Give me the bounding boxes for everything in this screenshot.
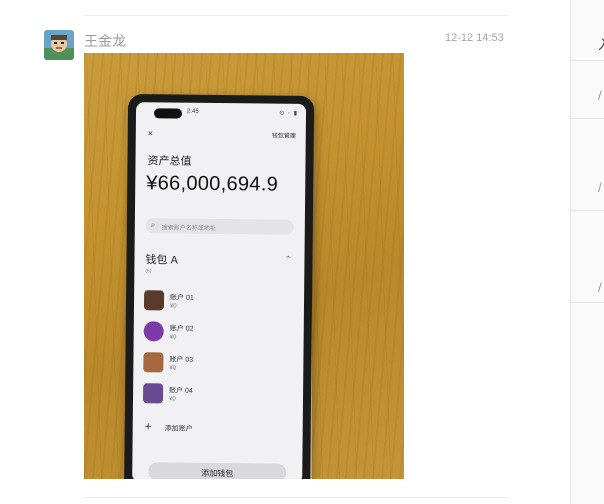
assets-value: ¥66,000,694.9 [146, 172, 279, 196]
account-search-bar: ⌕ 搜索账户名称或地址 [145, 218, 294, 235]
account-name: 账户 03 [169, 356, 194, 364]
account-balance: ¥0 [169, 365, 177, 372]
close-icon: × [147, 128, 154, 139]
phone-screen: 2:45 ⊙ ◦ ▮ × 钱包管理 资产总值 ¥66,000,694.9 ⌕ 搜… [132, 102, 307, 479]
assets-label: 资产总值 [147, 155, 192, 168]
account-row: 账户 03 ¥0 [143, 352, 293, 380]
right-panel-item-3[interactable]: / [598, 180, 602, 195]
wallet-management-link: 钱包管理 [271, 133, 296, 140]
status-time: 2:45 [186, 108, 199, 115]
right-panel-item-4[interactable]: / [598, 280, 602, 295]
top-divider [84, 15, 508, 16]
wallet-name: 钱包 A [145, 254, 178, 267]
add-account-label: 添加账户 [164, 425, 193, 433]
account-avatar [143, 352, 164, 373]
account-name: 账户 02 [169, 325, 194, 333]
sender-name[interactable]: 王金龙 [84, 31, 126, 51]
message-timestamp: 12-12 14:53 [445, 32, 504, 44]
right-panel-item-2[interactable]: / [598, 88, 602, 103]
account-balance: ¥0 [168, 396, 176, 403]
message-image[interactable]: 2:45 ⊙ ◦ ▮ × 钱包管理 资产总值 ¥66,000,694.9 ⌕ 搜… [84, 53, 404, 479]
add-wallet-label: 添加钱包 [201, 468, 234, 479]
wallet-subtitle: (6) [145, 268, 152, 275]
account-avatar [143, 290, 165, 311]
account-name: 账户 04 [169, 387, 193, 395]
plus-icon: + [144, 419, 152, 434]
account-name: 账户 01 [170, 294, 194, 302]
account-avatar [143, 321, 164, 342]
search-placeholder: 搜索账户名称或地址 [161, 225, 216, 232]
right-panel-item-1[interactable]: 入 [598, 34, 604, 53]
account-balance: ¥0 [169, 334, 177, 341]
search-icon: ⌕ [150, 220, 156, 230]
right-side-panel: 入 / / / [570, 0, 604, 504]
account-row: 账户 02 ¥0 [143, 321, 294, 349]
bottom-divider [84, 497, 508, 498]
account-row: 账户 01 ¥0 [143, 290, 294, 318]
account-avatar [142, 383, 164, 404]
account-balance: ¥0 [169, 303, 177, 310]
status-icons: ⊙ ◦ ▮ [279, 110, 299, 117]
add-wallet-button: 添加钱包 [148, 462, 287, 479]
chevron-up-icon: ⌃ [284, 254, 292, 264]
sender-avatar[interactable] [44, 30, 74, 60]
account-row: 账户 04 ¥0 [142, 383, 293, 411]
phone-device: 2:45 ⊙ ◦ ▮ × 钱包管理 资产总值 ¥66,000,694.9 ⌕ 搜… [123, 94, 315, 479]
camera-notch [153, 108, 183, 119]
